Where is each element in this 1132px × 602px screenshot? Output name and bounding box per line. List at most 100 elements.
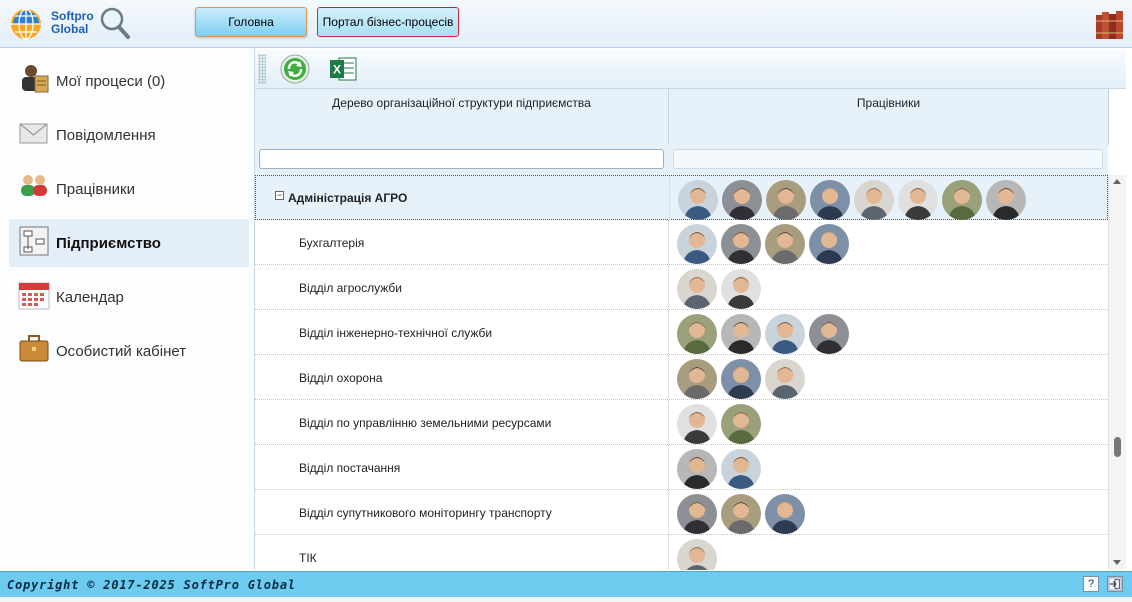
employee-avatar[interactable] [677, 494, 717, 534]
employee-avatars [677, 269, 765, 309]
employee-avatar[interactable] [721, 494, 761, 534]
column-header-org-tree[interactable]: Дерево організаційної структури підприєм… [255, 89, 669, 145]
app-header: Softpro Global Головна Портал бізнес-про… [0, 0, 1132, 48]
cell-separator [668, 445, 670, 489]
employee-avatar[interactable] [810, 180, 850, 220]
employee-avatar[interactable] [765, 224, 805, 264]
department-name: Відділ супутникового моніторингу транспо… [299, 506, 552, 520]
refresh-icon[interactable] [280, 54, 310, 84]
calendar-icon [18, 282, 50, 310]
globe-logo-icon [11, 8, 41, 40]
department-name: ТІК [299, 551, 317, 565]
column-header-label: Працівники [856, 96, 921, 110]
books-icon[interactable] [1094, 9, 1126, 39]
employee-avatar[interactable] [721, 269, 761, 309]
excel-export-icon[interactable]: X [329, 55, 357, 83]
sidebar-item-personal-cabinet[interactable]: Особистий кабінет [9, 327, 249, 375]
grid-header: Дерево організаційної структури підприєм… [255, 89, 1109, 146]
cell-separator [668, 535, 670, 570]
cell-separator [669, 176, 671, 220]
collapse-icon[interactable]: − [275, 191, 284, 200]
cell-separator [668, 265, 670, 309]
sidebar-item-enterprise[interactable]: Підприємство [9, 219, 249, 267]
employee-avatar[interactable] [677, 359, 717, 399]
org-tree-filter-input[interactable] [259, 149, 664, 169]
scroll-up-icon[interactable] [1113, 179, 1121, 184]
employee-avatar[interactable] [765, 494, 805, 534]
help-button[interactable]: ? [1083, 576, 1099, 592]
scroll-thumb[interactable] [1114, 437, 1121, 457]
employee-avatar[interactable] [854, 180, 894, 220]
cell-separator [668, 355, 670, 399]
employee-avatar[interactable] [765, 314, 805, 354]
employees-filter-input[interactable] [673, 149, 1103, 169]
table-row[interactable]: Бухгалтерія [255, 220, 1108, 265]
employee-avatar[interactable] [721, 359, 761, 399]
table-row[interactable]: Відділ постачання [255, 445, 1108, 490]
employee-avatars [677, 314, 853, 354]
employee-avatar[interactable] [678, 180, 718, 220]
window-bottom-edge [0, 597, 1132, 602]
employee-avatar[interactable] [765, 359, 805, 399]
employee-avatars [677, 404, 765, 444]
employee-avatar[interactable] [766, 180, 806, 220]
sidebar-item-messages[interactable]: Повідомлення [9, 111, 249, 159]
sidebar-item-label: Працівники [56, 181, 135, 198]
employee-avatar[interactable] [721, 314, 761, 354]
vertical-scrollbar[interactable] [1108, 175, 1126, 570]
sidebar-item-my-processes[interactable]: Мої процеси (0) [9, 57, 249, 105]
employee-avatar[interactable] [898, 180, 938, 220]
cell-separator [668, 400, 670, 444]
svg-text:X: X [333, 63, 341, 77]
table-row[interactable]: Відділ супутникового моніторингу транспо… [255, 490, 1108, 535]
footer: Copyright © 2017-2025 SoftPro Global ? [0, 571, 1132, 597]
table-row[interactable]: ТІК [255, 535, 1108, 570]
table-row[interactable]: Відділ агрослужби [255, 265, 1108, 310]
exit-icon[interactable] [1107, 576, 1123, 592]
table-row[interactable]: Відділ по управлінню земельними ресурсам… [255, 400, 1108, 445]
employee-avatar[interactable] [809, 314, 849, 354]
employee-avatar[interactable] [677, 269, 717, 309]
department-name: Відділ агрослужби [299, 281, 402, 295]
employee-avatar[interactable] [721, 224, 761, 264]
logo-line2: Global [51, 22, 89, 36]
employee-avatar[interactable] [721, 449, 761, 489]
employee-avatar[interactable] [809, 224, 849, 264]
employee-avatar[interactable] [722, 180, 762, 220]
column-header-employees[interactable]: Працівники [669, 89, 1109, 145]
org-chart-icon [19, 226, 49, 256]
department-name: Відділ по управлінню земельними ресурсам… [299, 416, 552, 430]
sidebar-item-calendar[interactable]: Календар [9, 273, 249, 321]
department-name: Адміністрація АГРО [288, 191, 408, 205]
column-header-label: Дерево організаційної структури підприєм… [332, 96, 591, 110]
table-row[interactable]: Відділ інженерно-технічної служби [255, 310, 1108, 355]
employee-avatar[interactable] [721, 404, 761, 444]
employee-avatar[interactable] [677, 314, 717, 354]
envelope-icon [19, 123, 48, 144]
employee-avatar[interactable] [677, 404, 717, 444]
employee-avatars [677, 494, 809, 534]
toolbar-grip-handle[interactable] [258, 54, 266, 84]
copyright-text: Copyright © 2017-2025 SoftPro Global [7, 578, 296, 592]
logo-text: Softpro Global [51, 10, 94, 36]
employee-avatar[interactable] [942, 180, 982, 220]
employee-avatar[interactable] [677, 539, 717, 570]
home-button[interactable]: Головна [195, 7, 307, 37]
sidebar-item-label: Повідомлення [56, 127, 156, 144]
cell-separator [668, 490, 670, 534]
briefcase-icon [19, 335, 49, 362]
employee-avatars [677, 449, 765, 489]
employee-avatar[interactable] [677, 449, 717, 489]
department-name: Відділ постачання [299, 461, 401, 475]
table-row[interactable]: − Адміністрація АГРО [255, 175, 1108, 220]
table-row[interactable]: Відділ охорона [255, 355, 1108, 400]
scroll-down-icon[interactable] [1113, 560, 1121, 565]
employee-avatar[interactable] [677, 224, 717, 264]
business-portal-button[interactable]: Портал бізнес-процесів [317, 7, 459, 37]
filter-row [255, 145, 1108, 176]
department-name: Бухгалтерія [299, 236, 365, 250]
employee-avatars [677, 359, 809, 399]
search-icon[interactable] [99, 6, 131, 40]
employee-avatar[interactable] [986, 180, 1026, 220]
sidebar-item-employees[interactable]: Працівники [9, 165, 249, 213]
